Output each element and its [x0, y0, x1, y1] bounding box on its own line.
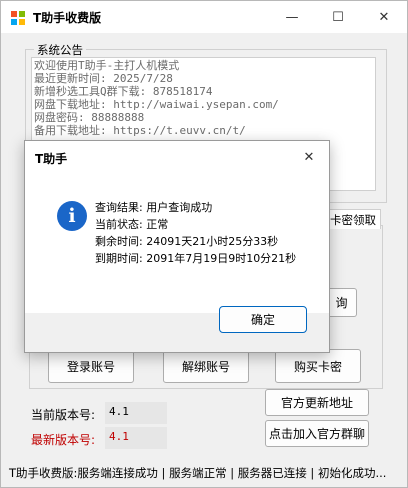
minimize-icon: —: [285, 9, 299, 25]
login-button[interactable]: 登录账号: [48, 349, 134, 383]
latest-version-value: 4.1: [105, 427, 167, 449]
notice-line: 欢迎使用T助手-主打人机模式: [34, 59, 180, 72]
tab-card-claim[interactable]: 卡密领取: [325, 209, 381, 229]
close-icon: ✕: [378, 9, 390, 25]
close-icon: ✕: [303, 149, 315, 165]
dialog-title: T助手: [35, 152, 68, 166]
remaining-time-line: 剩余时间: 24091天21小时25分33秒: [95, 235, 279, 248]
maximize-icon: ☐: [332, 9, 344, 25]
result-line: 查询结果: 用户查询成功: [95, 201, 213, 214]
notice-line: 网盘密码: 88888888: [34, 111, 145, 124]
dialog-title-bar[interactable]: T助手 ✕: [25, 141, 329, 173]
notice-line: 最近更新时间: 2025/7/28: [34, 72, 173, 85]
unbind-button[interactable]: 解绑账号: [163, 349, 249, 383]
buy-card-button[interactable]: 购买卡密: [275, 349, 361, 383]
title-bar[interactable]: T助手收费版 — ☐ ✕: [1, 1, 407, 33]
info-icon: i: [57, 201, 87, 231]
expiry-time-line: 到期时间: 2091年7月19日9时10分21秒: [95, 252, 297, 265]
query-button[interactable]: 询: [327, 288, 357, 317]
notice-line: 网盘下载地址: http://waiwai.ysepan.com/: [34, 98, 279, 111]
window-title: T助手收费版: [33, 11, 102, 25]
notice-line: 新增秒选工具Q群下载: 878518174: [34, 85, 213, 98]
dialog-body: i 查询结果: 用户查询成功 当前状态: 正常 剩余时间: 24091天21小时…: [25, 173, 329, 313]
status-text: T助手收费版:服务端连接成功 | 服务端正常 | 服务器已连接 | 初始化成功.…: [9, 466, 387, 480]
maximize-button[interactable]: ☐: [315, 1, 361, 33]
official-update-button[interactable]: 官方更新地址: [265, 389, 369, 416]
notice-group-label: 系统公告: [34, 42, 86, 58]
status-line: 当前状态: 正常: [95, 218, 169, 231]
minimize-button[interactable]: —: [269, 1, 315, 33]
ok-button[interactable]: 确定: [219, 306, 307, 333]
notice-line: 备用下载地址: https://t.euvv.cn/t/: [34, 124, 246, 137]
latest-version-label: 最新版本号:: [31, 433, 96, 447]
current-version-label: 当前版本号:: [31, 408, 96, 422]
join-group-button[interactable]: 点击加入官方群聊: [265, 420, 369, 447]
info-dialog: T助手 ✕ i 查询结果: 用户查询成功 当前状态: 正常 剩余时间: 2409…: [24, 140, 330, 353]
status-bar: T助手收费版:服务端连接成功 | 服务端正常 | 服务器已连接 | 初始化成功.…: [1, 459, 407, 487]
app-icon: [11, 11, 25, 25]
current-version-value: 4.1: [105, 402, 167, 424]
close-button[interactable]: ✕: [361, 1, 407, 33]
dialog-close-button[interactable]: ✕: [289, 141, 329, 173]
